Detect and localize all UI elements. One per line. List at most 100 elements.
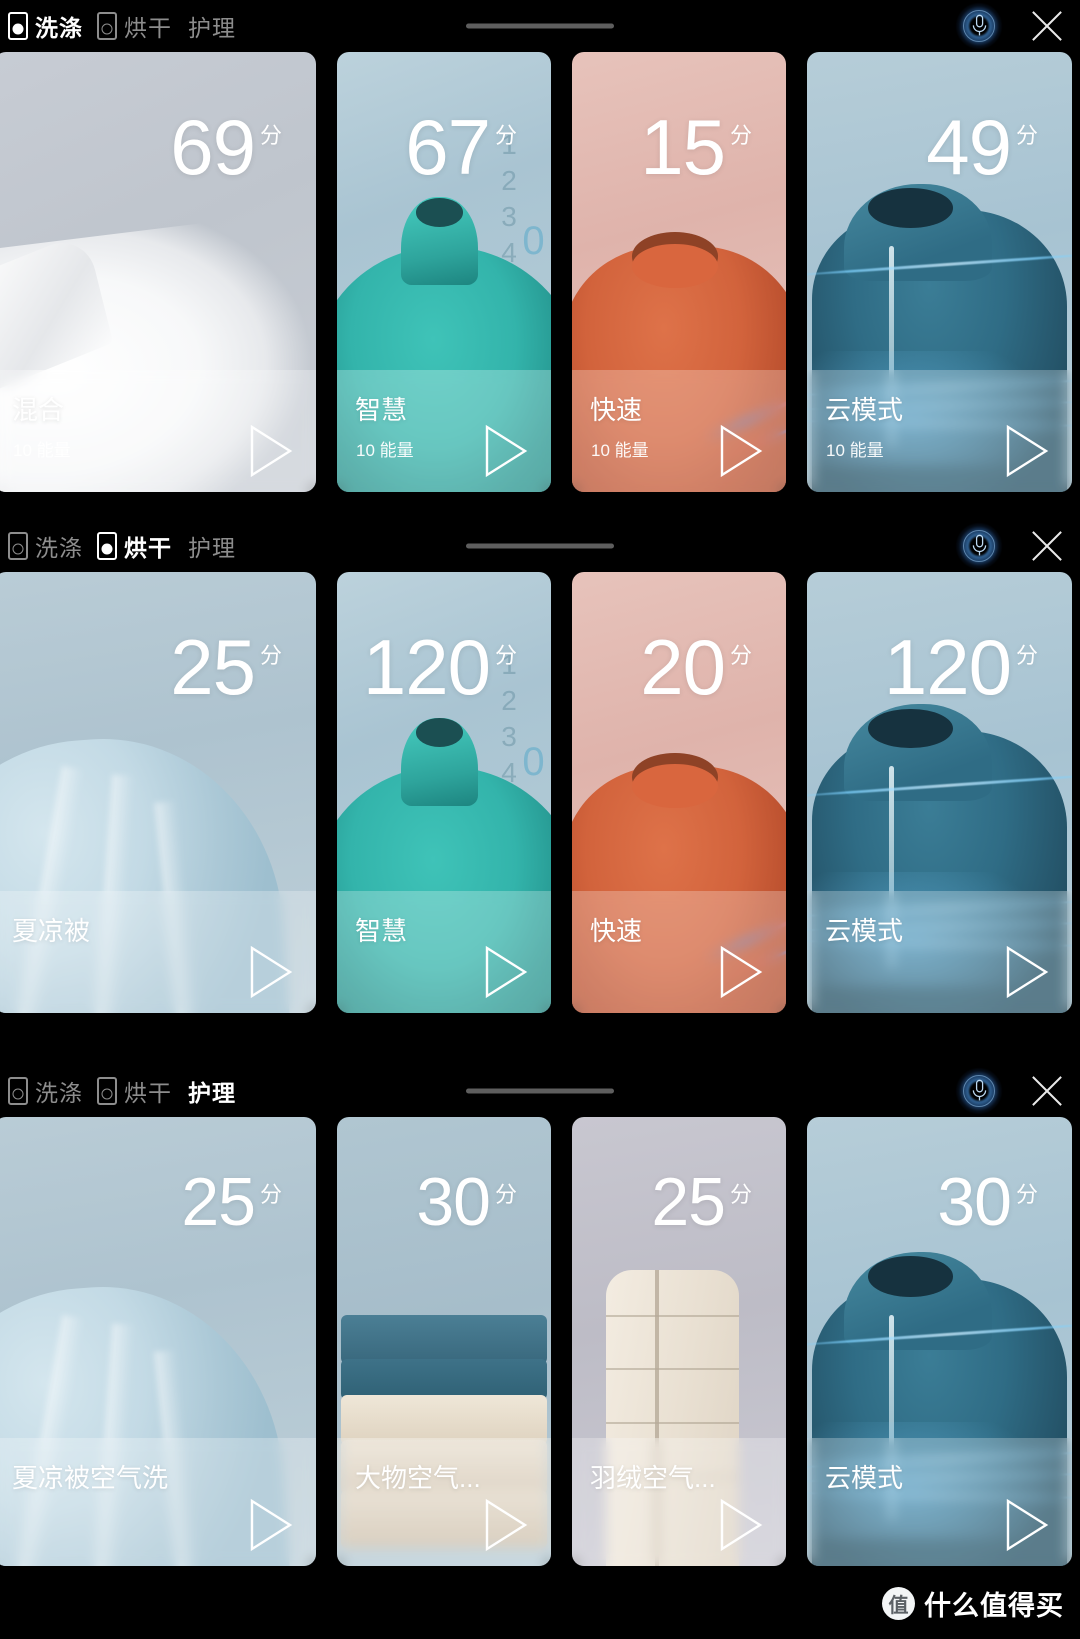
- tab-label: 洗涤: [35, 535, 83, 561]
- start-program-button[interactable]: [481, 1498, 529, 1552]
- program-card[interactable]: 20 分 快速: [572, 572, 786, 1013]
- garment-collar-opening: [867, 1256, 953, 1297]
- program-card[interactable]: 1 2 3 4 0 120 分 智慧: [337, 572, 551, 1013]
- close-icon[interactable]: [1028, 1072, 1066, 1110]
- start-program-button[interactable]: [246, 1498, 294, 1552]
- bg-digit: 4: [501, 237, 517, 269]
- program-name: 云模式: [825, 1463, 904, 1493]
- duration-display: 49 分: [926, 103, 1038, 191]
- program-card[interactable]: 120 分 云模式: [807, 572, 1072, 1013]
- tab-wash[interactable]: 洗涤: [4, 1074, 93, 1108]
- card-footer: 快速 10 能量: [572, 370, 786, 492]
- watermark: 值 什么值得买: [882, 1584, 1064, 1623]
- header-actions: [956, 3, 1066, 49]
- play-triangle-icon: [250, 1498, 293, 1552]
- start-program-button[interactable]: [246, 945, 294, 999]
- tab-label: 烘干: [124, 1080, 172, 1106]
- start-program-button[interactable]: [481, 424, 529, 478]
- duration-unit: 分: [494, 1182, 517, 1207]
- program-card[interactable]: 30 分 云模式: [807, 1117, 1072, 1566]
- energy-label: 10 能量: [13, 441, 71, 460]
- card-footer: 快速: [572, 891, 786, 1013]
- program-name: 快速: [590, 916, 643, 946]
- panel-dry: 洗涤 烘干 护理 25 分 夏凉被 1 2 3 4 0 120 分 智慧 20 …: [0, 520, 1080, 1065]
- washer-drum-icon: [8, 532, 28, 560]
- card-footer: 大物空气...: [337, 1438, 551, 1566]
- tab-label: 护理: [188, 15, 236, 41]
- program-name: 快速: [590, 395, 643, 425]
- duration-unit: 分: [494, 123, 517, 148]
- duration-unit: 分: [729, 123, 752, 148]
- program-card[interactable]: 15 分 快速 10 能量: [572, 52, 786, 492]
- play-triangle-icon: [720, 945, 763, 999]
- duration-display: 25 分: [170, 623, 282, 711]
- start-program-button[interactable]: [716, 1498, 764, 1552]
- start-program-button[interactable]: [481, 945, 529, 999]
- program-card[interactable]: 69 分 混合 10 能量: [0, 52, 316, 492]
- folded-layer: [341, 1314, 547, 1364]
- start-program-button[interactable]: [1002, 945, 1050, 999]
- dryer-drum-icon: [97, 12, 117, 40]
- tab-label: 烘干: [124, 535, 172, 561]
- mode-tabs-dry: 洗涤 烘干 护理: [4, 529, 246, 563]
- program-card[interactable]: 49 分 云模式 10 能量: [807, 52, 1072, 492]
- tab-wash[interactable]: 洗涤: [4, 9, 93, 43]
- drag-handle[interactable]: [466, 1088, 614, 1094]
- duration-display: 120 分: [884, 628, 1038, 706]
- microphone-icon[interactable]: [956, 3, 1002, 49]
- duration-value: 25: [170, 623, 256, 711]
- start-program-button[interactable]: [716, 424, 764, 478]
- bg-digit: 3: [501, 201, 517, 233]
- play-triangle-icon: [485, 424, 528, 478]
- card-footer: 云模式 10 能量: [807, 370, 1072, 492]
- drag-handle[interactable]: [466, 543, 614, 549]
- tab-care[interactable]: 护理: [182, 529, 246, 563]
- duration-value: 49: [926, 103, 1012, 191]
- duration-unit: 分: [729, 643, 752, 668]
- play-triangle-icon: [250, 424, 293, 478]
- microphone-icon[interactable]: [956, 1068, 1002, 1114]
- drag-handle[interactable]: [466, 23, 614, 29]
- garment-collar-rim: [631, 764, 718, 809]
- panel-care: 洗涤 烘干 护理 25 分 夏凉被空气洗 30 分 大物空气... 25 分 羽…: [0, 1065, 1080, 1639]
- header-bar-dry: 洗涤 烘干 护理: [0, 520, 1080, 572]
- tab-care[interactable]: 护理: [182, 1074, 246, 1108]
- duration-unit: 分: [259, 123, 282, 148]
- duration-display: 30 分: [416, 1168, 517, 1237]
- tab-label: 护理: [188, 1080, 236, 1106]
- bg-digit-zero: 0: [522, 739, 545, 784]
- mic-glyph: [972, 14, 986, 36]
- program-card[interactable]: 25 分 夏凉被空气洗: [0, 1117, 316, 1566]
- garment-collar-rim: [631, 243, 718, 288]
- duration-unit: 分: [259, 1182, 282, 1207]
- duration-value: 25: [181, 1164, 256, 1240]
- energy-label: 10 能量: [826, 441, 884, 460]
- dryer-drum-icon: [97, 532, 117, 560]
- tab-wash[interactable]: 洗涤: [4, 529, 93, 563]
- program-card[interactable]: 25 分 夏凉被: [0, 572, 316, 1013]
- tab-dry[interactable]: 烘干: [93, 1074, 182, 1108]
- tab-care[interactable]: 护理: [182, 9, 246, 43]
- program-card[interactable]: 1 2 3 4 0 67 分 智慧 10 能量: [337, 52, 551, 492]
- microphone-icon[interactable]: [956, 523, 1002, 569]
- tab-dry[interactable]: 烘干: [93, 9, 182, 43]
- start-program-button[interactable]: [1002, 424, 1050, 478]
- energy-label: 10 能量: [356, 441, 414, 460]
- close-icon[interactable]: [1028, 7, 1066, 45]
- quilting-seam: [606, 1422, 739, 1425]
- start-program-button[interactable]: [1002, 1498, 1050, 1552]
- washer-drum-icon: [8, 12, 28, 40]
- start-program-button[interactable]: [716, 945, 764, 999]
- start-program-button[interactable]: [246, 424, 294, 478]
- program-card[interactable]: 30 分 大物空气...: [337, 1117, 551, 1566]
- play-triangle-icon: [485, 945, 528, 999]
- mode-tabs-care: 洗涤 烘干 护理: [4, 1074, 246, 1108]
- program-card[interactable]: 25 分 羽绒空气...: [572, 1117, 786, 1566]
- play-triangle-icon: [250, 945, 293, 999]
- tab-dry[interactable]: 烘干: [93, 529, 182, 563]
- close-icon[interactable]: [1028, 527, 1066, 565]
- card-footer: 混合 10 能量: [0, 370, 316, 492]
- tab-label: 洗涤: [35, 15, 83, 41]
- duration-value: 20: [640, 623, 726, 711]
- header-bar-care: 洗涤 烘干 护理: [0, 1065, 1080, 1117]
